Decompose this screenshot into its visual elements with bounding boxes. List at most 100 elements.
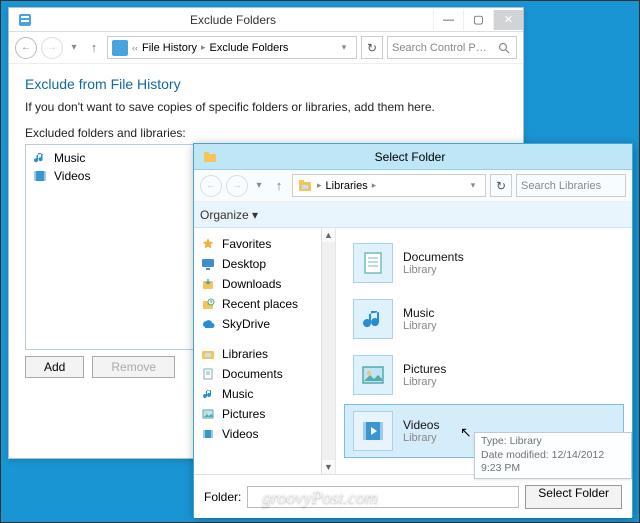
refresh-button[interactable]: ↻ [361,36,383,59]
tree-item-label: Recent places [222,297,298,311]
libraries-icon [297,178,313,194]
folder-pane[interactable]: DocumentsLibrary MusicLibrary PicturesLi… [336,228,632,474]
address-bar[interactable]: ‹‹ File History ▸ Exclude Folders ▾ [107,36,357,59]
scroll-down-icon[interactable]: ▼ [322,460,335,474]
library-name: Videos [403,418,439,432]
tree-item-videos[interactable]: Videos [198,424,331,444]
up-button[interactable]: ↑ [85,40,103,55]
search-input[interactable]: Search Libraries [516,174,626,197]
refresh-button[interactable]: ↻ [490,174,512,197]
back-button[interactable]: ← [200,175,222,197]
page-heading: Exclude from File History [25,76,507,92]
titlebar: Exclude Folders — ▢ ✕ [9,8,523,32]
libraries-group[interactable]: Libraries Documents Music Pictures Video… [198,344,331,444]
scroll-track[interactable] [322,242,335,460]
breadcrumb-item[interactable]: Exclude Folders [210,42,289,54]
tree-item-label: Downloads [222,277,281,291]
favorites-group[interactable]: Favorites Desktop Downloads Recent place… [198,234,331,334]
library-sub: Library [403,376,446,388]
forward-button[interactable]: → [41,37,63,59]
videos-icon [32,168,48,184]
tree-item-downloads[interactable]: Downloads [198,274,331,294]
desktop-icon [200,256,216,272]
tree-item-desktop[interactable]: Desktop [198,254,331,274]
recent-icon [200,296,216,312]
page-subtext: If you don't want to save copies of spec… [25,100,507,114]
library-item-music[interactable]: MusicLibrary [344,292,624,346]
pictures-icon [353,355,393,395]
tree-item-recent[interactable]: Recent places [198,294,331,314]
maximize-button[interactable]: ▢ [463,10,493,30]
star-icon [200,236,216,252]
chevron-right-icon: ▸ [201,42,206,53]
minimize-button[interactable]: — [433,10,463,30]
library-name: Pictures [403,362,446,376]
history-dropdown[interactable]: ▾ [67,42,81,53]
breadcrumb-item[interactable]: Libraries [326,180,368,192]
libraries-icon [200,346,216,362]
select-folder-button[interactable]: Select Folder [525,485,622,509]
address-dropdown[interactable]: ▾ [465,180,481,191]
library-item-pictures[interactable]: PicturesLibrary [344,348,624,402]
folder-name-input[interactable] [247,486,519,508]
tree-item-label: SkyDrive [222,317,270,331]
breadcrumb-item[interactable]: File History [142,42,197,54]
list-item[interactable]: Music [30,149,190,167]
scroll-up-icon[interactable]: ▲ [322,228,335,242]
titlebar: Select Folder ✕ [194,144,632,170]
add-button[interactable]: Add [25,356,84,378]
library-name: Documents [403,250,464,264]
cursor-icon: ↖ [460,424,472,441]
organize-menu[interactable]: Organize ▾ [200,208,258,222]
music-icon [32,150,48,166]
forward-button[interactable]: → [226,175,248,197]
tooltip-line: Date modified: 12/14/2012 9:23 PM [481,449,625,476]
tree-item-label: Documents [222,367,283,381]
chevron-right-icon: ‹‹ [132,43,138,53]
library-sub: Library [403,320,437,332]
cloud-icon [200,316,216,332]
tree-label: Favorites [222,237,271,251]
tree-item-documents[interactable]: Documents [198,364,331,384]
address-dropdown[interactable]: ▾ [336,42,352,53]
tooltip: Type: Library Date modified: 12/14/2012 … [474,432,632,479]
chevron-right-icon: ▸ [372,180,377,191]
videos-icon [353,411,393,451]
folder-label: Folder: [204,490,241,504]
music-icon [200,386,216,402]
search-icon [496,40,512,56]
dialog-body: Favorites Desktop Downloads Recent place… [194,228,632,474]
search-placeholder: Search Libraries [521,180,601,192]
list-item[interactable]: Videos [30,167,190,185]
close-button[interactable]: ✕ [493,10,523,30]
navigation-bar: ← → ▾ ↑ ‹‹ File History ▸ Exclude Folder… [9,32,523,64]
library-item-documents[interactable]: DocumentsLibrary [344,236,624,290]
search-input[interactable]: Search Control P… [387,36,517,59]
tree-scrollbar[interactable]: ▲ ▼ [321,228,335,474]
tree-item-pictures[interactable]: Pictures [198,404,331,424]
documents-icon [200,366,216,382]
music-icon [353,299,393,339]
excluded-list[interactable]: Music Videos [25,144,195,350]
tree-item-music[interactable]: Music [198,384,331,404]
control-panel-icon [112,40,128,56]
tree-label: Libraries [222,347,268,361]
control-panel-icon [17,12,33,28]
navigation-tree[interactable]: Favorites Desktop Downloads Recent place… [194,228,336,474]
address-bar[interactable]: ▸ Libraries ▸ ▾ [292,174,486,197]
window-title: Exclude Folders [33,13,433,27]
chevron-right-icon: ▸ [317,180,322,191]
library-sub: Library [403,432,439,444]
tree-item-label: Desktop [222,257,266,271]
history-dropdown[interactable]: ▾ [252,180,266,191]
tree-item-skydrive[interactable]: SkyDrive [198,314,331,334]
library-name: Music [403,306,437,320]
window-buttons: — ▢ ✕ [433,10,523,30]
remove-button[interactable]: Remove [92,356,175,378]
list-item-label: Videos [54,169,90,183]
navigation-bar: ← → ▾ ↑ ▸ Libraries ▸ ▾ ↻ Search Librari… [194,170,632,202]
videos-icon [200,426,216,442]
list-label: Excluded folders and libraries: [25,126,507,140]
back-button[interactable]: ← [15,37,37,59]
up-button[interactable]: ↑ [270,178,288,193]
